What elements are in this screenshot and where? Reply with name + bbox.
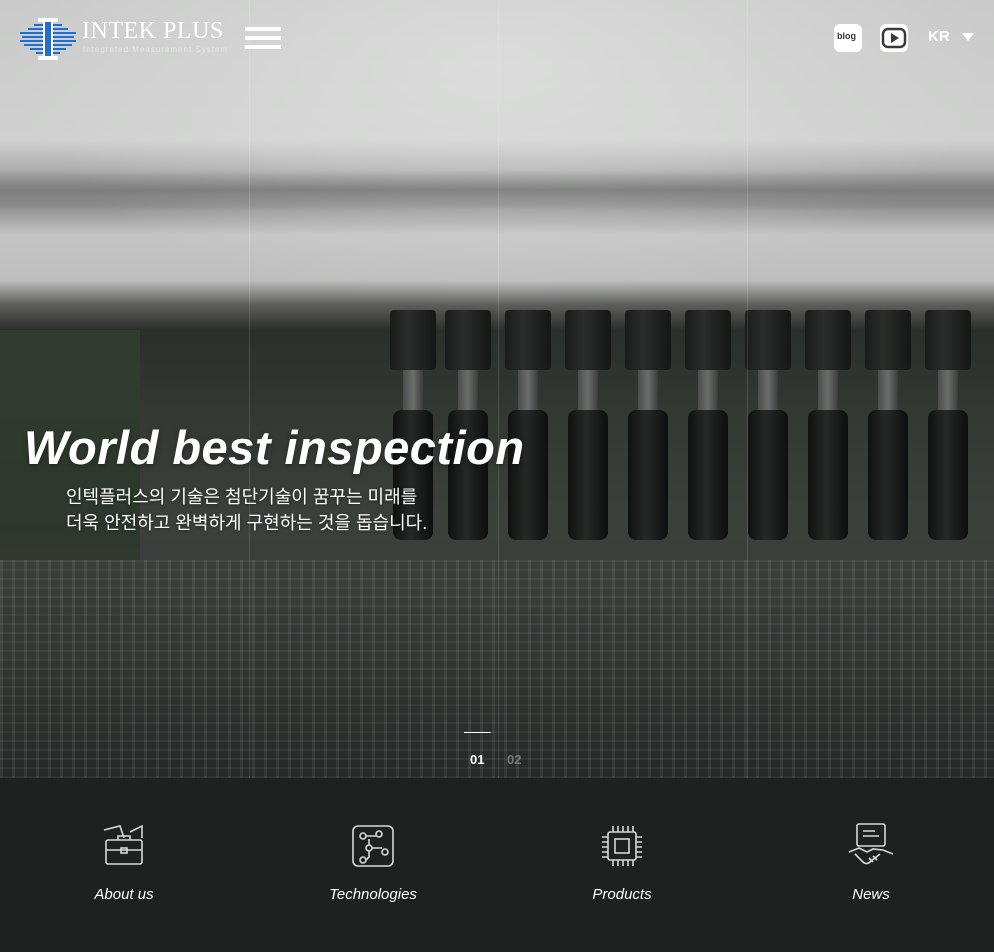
- pager-indicator-line: [464, 732, 491, 733]
- quick-menu-products[interactable]: Products: [498, 778, 746, 952]
- nozzle-shape: [745, 310, 791, 540]
- hero-background: [0, 0, 994, 778]
- circuit-icon: [352, 825, 394, 867]
- intek-plus-logo[interactable]: INTEK PLUS Integrated Measurement System: [20, 14, 230, 64]
- briefcase-icon: [103, 824, 143, 865]
- nozzle-shape: [685, 310, 731, 540]
- pager-item-01[interactable]: 01: [470, 752, 484, 767]
- hero-pcb: [0, 560, 994, 778]
- hero-band: [0, 170, 994, 210]
- nozzle-shape: [445, 310, 491, 540]
- quick-menu-label: News: [852, 886, 890, 903]
- nozzle-shape: [390, 310, 436, 540]
- quick-menu-label: Products: [592, 886, 652, 903]
- logo-text: INTEK PLUS: [82, 18, 224, 44]
- hero-desc-line: 인텍플러스의 기술은 첨단기술이 꿈꾸는 미래를: [66, 487, 418, 507]
- blog-icon[interactable]: blog: [834, 24, 862, 52]
- youtube-icon[interactable]: [880, 24, 908, 52]
- quick-menu-news[interactable]: News: [747, 778, 994, 952]
- hamburger-menu-icon[interactable]: [245, 27, 281, 49]
- logo-mark-icon: [20, 18, 76, 60]
- play-icon: [881, 27, 907, 49]
- quick-menu-label: About us: [94, 886, 154, 903]
- quick-menu-about-us[interactable]: About us: [0, 778, 248, 952]
- nozzle-shape: [925, 310, 971, 540]
- chip-icon: [602, 826, 642, 866]
- nozzle-shape: [805, 310, 851, 540]
- hero-desc-line: 더욱 안전하고 완벽하게 구현하는 것을 돕습니다.: [66, 513, 428, 533]
- caret-down-icon[interactable]: [962, 33, 974, 41]
- quick-menu-technologies[interactable]: Technologies: [249, 778, 497, 952]
- logo-subtitle: Integrated Measurement System: [83, 45, 229, 54]
- pager-item-02[interactable]: 02: [507, 752, 521, 767]
- nozzle-shape: [505, 310, 551, 540]
- hero-title: World best inspection: [24, 421, 525, 474]
- handshake-icon: [848, 823, 894, 865]
- quick-menu-label: Technologies: [329, 886, 417, 903]
- site-header: INTEK PLUS Integrated Measurement System…: [0, 0, 994, 80]
- nozzle-shape: [865, 310, 911, 540]
- nozzle-shape: [625, 310, 671, 540]
- language-selector[interactable]: KR: [928, 28, 950, 45]
- blog-icon-label: blog: [837, 31, 856, 41]
- hero-description: 인텍플러스의 기술은 첨단기술이 꿈꾸는 미래를 더욱 안전하고 완벽하게 구현…: [66, 484, 427, 536]
- nozzle-shape: [565, 310, 611, 540]
